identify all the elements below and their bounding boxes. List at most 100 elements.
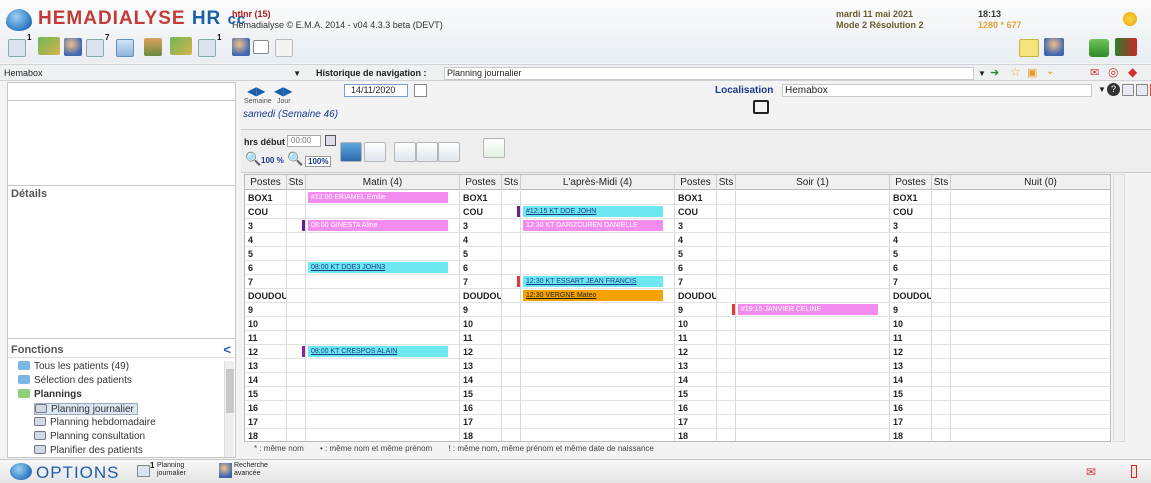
appointment-block[interactable]: #19:15 JANVIER CELINE — [738, 304, 878, 315]
status-cell[interactable] — [932, 401, 951, 415]
slot-cell[interactable] — [521, 429, 675, 441]
status-cell[interactable] — [717, 261, 736, 275]
status-cell[interactable] — [287, 191, 306, 205]
patients-group2-icon[interactable] — [170, 37, 192, 55]
appointment-block[interactable]: #12:00 ERIAMEL Emilie — [308, 192, 448, 203]
export-excel-button[interactable] — [483, 138, 505, 158]
calendar-day-icon[interactable] — [8, 39, 26, 57]
status-cell[interactable] — [502, 331, 521, 345]
status-cell[interactable] — [502, 303, 521, 317]
status-cell[interactable] — [717, 401, 736, 415]
status-cell[interactable] — [502, 429, 521, 441]
status-cell[interactable] — [287, 401, 306, 415]
slot-cell[interactable] — [521, 191, 675, 205]
status-cell[interactable] — [717, 429, 736, 441]
appointment-block[interactable]: 12:30 KT DARIZCUREN DANIELLE — [523, 220, 663, 231]
tree-item-plannings[interactable]: Plannings — [18, 389, 82, 401]
status-cell[interactable] — [502, 191, 521, 205]
postes-header[interactable]: Postes — [890, 175, 932, 190]
video-call-icon[interactable] — [753, 100, 769, 114]
zoom-in-icon[interactable]: 🔍 — [245, 151, 261, 167]
slot-cell[interactable] — [736, 345, 890, 359]
status-cell[interactable] — [287, 275, 306, 289]
status-cell[interactable] — [932, 247, 951, 261]
recherche-avancee-link[interactable]: Recherche avancée — [234, 462, 268, 478]
site-select[interactable]: Hemabox ▼ — [4, 67, 301, 80]
slot-cell[interactable] — [521, 373, 675, 387]
slot-cell[interactable] — [306, 303, 460, 317]
status-cell[interactable] — [502, 219, 521, 233]
status-cell[interactable] — [287, 429, 306, 441]
slot-cell[interactable] — [521, 415, 675, 429]
slot-cell[interactable] — [736, 247, 890, 261]
planning-journalier-link[interactable]: Planning journalier — [157, 462, 186, 478]
tree-item-planifier[interactable]: Planifier des patients — [34, 445, 143, 457]
status-cell[interactable] — [932, 191, 951, 205]
status-header[interactable]: Sts — [287, 175, 306, 190]
planning-shortcut-icon[interactable] — [137, 465, 150, 477]
status-cell[interactable] — [287, 317, 306, 331]
zoom-out-icon[interactable]: 🔍 — [287, 151, 303, 167]
tree-item-planning-journalier[interactable]: Planning journalier — [34, 403, 138, 415]
calendar-week-icon[interactable] — [86, 39, 104, 57]
maximize-icon[interactable] — [1136, 84, 1148, 96]
slot-cell[interactable] — [951, 191, 1110, 205]
tree-item-planning-consult[interactable]: Planning consultation — [34, 431, 145, 443]
status-cell[interactable] — [932, 387, 951, 401]
status-cell[interactable] — [717, 233, 736, 247]
status-cell[interactable] — [932, 205, 951, 219]
status-header[interactable]: Sts — [932, 175, 951, 190]
status-cell[interactable] — [932, 289, 951, 303]
minimize-icon[interactable] — [1122, 84, 1134, 96]
options-button[interactable]: OPTIONS — [36, 463, 120, 483]
mail-icon[interactable]: ✉ — [1086, 465, 1096, 479]
slot-cell[interactable] — [736, 289, 890, 303]
status-cell[interactable] — [502, 261, 521, 275]
add-user-icon[interactable] — [232, 38, 250, 56]
slot-cell[interactable] — [521, 401, 675, 415]
slot-cell[interactable] — [736, 191, 890, 205]
print-settings-button[interactable] — [438, 142, 460, 162]
status-cell[interactable] — [502, 373, 521, 387]
calendar-consult-icon[interactable] — [198, 39, 216, 57]
status-cell[interactable] — [717, 359, 736, 373]
add-mail-icon[interactable] — [253, 40, 269, 54]
tree-item-all-patients[interactable]: Tous les patients (49) — [18, 361, 129, 373]
fonctions-header[interactable]: Fonctions < — [8, 342, 235, 358]
status-cell[interactable] — [932, 345, 951, 359]
status-cell[interactable] — [502, 289, 521, 303]
grid-vscrollbar[interactable] — [1113, 174, 1125, 442]
status-cell[interactable] — [932, 429, 951, 441]
slot-cell[interactable] — [736, 219, 890, 233]
mail-alert-icon[interactable]: ✉ — [1090, 66, 1099, 79]
slot-cell[interactable] — [951, 373, 1110, 387]
postes-header[interactable]: Postes — [245, 175, 287, 190]
slot-cell[interactable] — [521, 359, 675, 373]
slot-cell[interactable] — [521, 247, 675, 261]
period-header[interactable]: L'après-Midi (4) — [521, 175, 675, 190]
slot-cell[interactable] — [306, 289, 460, 303]
status-cell[interactable] — [502, 415, 521, 429]
status-cell[interactable] — [717, 205, 736, 219]
status-cell[interactable] — [717, 373, 736, 387]
status-cell[interactable] — [287, 205, 306, 219]
status-cell[interactable] — [287, 247, 306, 261]
hrs-debut-input[interactable]: 00:00 — [287, 135, 321, 147]
slot-cell[interactable] — [951, 289, 1110, 303]
status-cell[interactable] — [932, 415, 951, 429]
slot-cell[interactable] — [951, 247, 1110, 261]
slot-cell[interactable] — [521, 345, 675, 359]
forward-arrow-icon[interactable]: ➜ — [990, 66, 999, 79]
appointment-block[interactable]: 12:30 KT ESSART JEAN FRANCIS — [523, 276, 663, 287]
slot-cell[interactable] — [736, 233, 890, 247]
slot-cell[interactable] — [736, 359, 890, 373]
slot-cell[interactable] — [306, 373, 460, 387]
slot-cell[interactable] — [736, 317, 890, 331]
slot-cell[interactable] — [951, 317, 1110, 331]
star-lamp-icon[interactable] — [1123, 12, 1137, 26]
status-cell[interactable] — [932, 275, 951, 289]
slot-cell[interactable] — [306, 233, 460, 247]
status-cell[interactable] — [287, 331, 306, 345]
status-cell[interactable] — [502, 359, 521, 373]
status-cell[interactable] — [717, 275, 736, 289]
